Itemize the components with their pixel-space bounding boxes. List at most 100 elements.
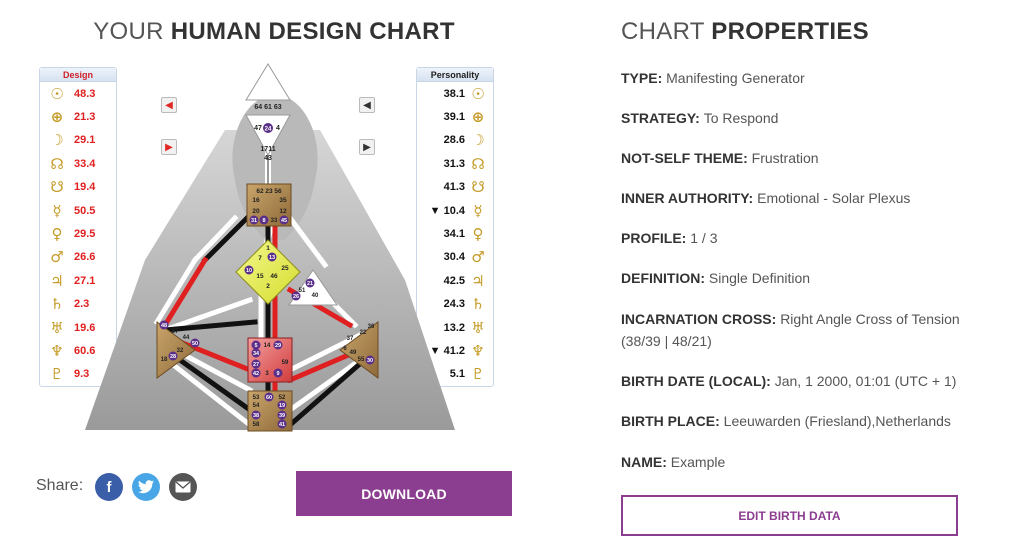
facebook-share-icon[interactable]: f [95,473,123,501]
gate-16: 16 [252,197,260,204]
property-item: NOT-SELF THEME: Frustration [621,147,981,169]
venus-icon: ♀ [472,225,484,244]
south-node-icon: ☋ [50,178,64,197]
gate-52: 52 [279,395,286,401]
gate-59: 59 [282,360,289,366]
gate-43: 43 [264,155,272,162]
neptune-icon: ♆ [471,341,485,360]
chart-title-prefix: YOUR [93,18,164,45]
property-label: NAME: [621,454,671,470]
gate-29: 29 [275,343,281,349]
property-value: Emotional - Solar Plexus [757,190,911,206]
gate-4: 4 [276,125,280,132]
property-item: NAME: Example [621,451,981,473]
share-label: Share: [36,477,84,494]
venus-icon: ♀ [51,225,63,244]
gate-36: 36 [368,324,375,330]
saturn-icon: ♄ [471,295,485,314]
property-item: DEFINITION: Single Definition [621,267,981,289]
property-item: STRATEGY: To Respond [621,107,981,129]
gate-5: 5 [254,343,257,349]
gate-21: 21 [307,281,313,287]
property-label: PROFILE: [621,230,691,246]
south-node-icon: ☋ [471,178,485,197]
gate-39: 39 [279,413,285,419]
gate-30: 30 [367,358,373,364]
edit-birth-data-button[interactable]: EDIT BIRTH DATA [621,495,958,536]
gate-54: 54 [253,403,260,409]
property-item: PROFILE: 1 / 3 [621,227,981,249]
property-value: 1 / 3 [690,230,718,246]
uranus-icon: ♅ [471,318,485,337]
gate-14: 14 [264,343,271,349]
gate-28: 28 [170,354,176,360]
property-label: DEFINITION: [621,270,709,286]
gate-42: 42 [253,371,259,377]
mercury-icon: ☿ [473,201,483,220]
property-value: Example [670,454,726,470]
moon-icon: ☽ [471,131,485,150]
chart-title: YOUR HUMAN DESIGN CHART [0,18,548,46]
gate-25: 25 [281,265,289,272]
gate-58: 58 [253,422,260,428]
gate-20: 20 [252,208,260,215]
property-label: INNER AUTHORITY: [621,190,758,206]
gate-53: 53 [253,395,260,401]
property-value: Frustration [751,150,819,166]
gate-34: 34 [253,351,260,357]
jupiter-icon: ♃ [471,271,485,290]
email-share-icon[interactable] [169,473,197,501]
gate-9: 9 [276,371,279,377]
north-node-icon: ☊ [471,154,485,173]
gate-32: 32 [177,348,184,354]
north-node-icon: ☊ [50,154,64,173]
gate-60: 60 [266,395,272,401]
gate-47: 47 [254,125,262,132]
ajna-low-gates: 1711 [260,146,275,153]
gate-33: 33 [271,218,278,224]
earth-icon: ⊕ [471,108,485,127]
gate-22: 22 [360,330,367,336]
mars-icon: ♂ [471,248,485,267]
gate-40: 40 [312,293,319,299]
property-label: NOT-SELF THEME: [621,150,752,166]
earth-icon: ⊕ [50,108,64,127]
gate-41: 41 [279,422,285,428]
property-item: BIRTH PLACE: Leeuwarden (Friesland),Neth… [621,410,981,432]
twitter-share-icon[interactable] [132,473,160,501]
gate-45: 45 [281,218,287,224]
sun-icon: ☉ [471,84,485,103]
gate-26: 26 [293,294,299,300]
gate-12: 12 [279,208,287,215]
head-gates: 64 61 63 [254,104,281,111]
bodygraph: 64 61 63 47 24 4 1711 43 62 23 56 16 35 … [85,63,455,432]
properties-title-bold: PROPERTIES [711,18,869,45]
property-label: STRATEGY: [621,110,704,126]
property-label: BIRTH DATE (LOCAL): [621,373,775,389]
gate-15: 15 [256,273,264,280]
saturn-icon: ♄ [50,295,64,314]
gate-2: 2 [266,283,270,290]
mars-icon: ♂ [50,248,64,267]
property-value: Jan, 1 2000, 01:01 (UTC + 1) [774,373,957,389]
property-value: Leeuwarden (Friesland),Netherlands [723,413,951,429]
mercury-icon: ☿ [52,201,62,220]
property-value: Single Definition [708,270,811,286]
property-item: TYPE: Manifesting Generator [621,67,981,89]
gate-48: 48 [161,323,167,329]
download-button[interactable]: DOWNLOAD [296,471,512,516]
head-center[interactable] [245,63,291,101]
gate-19: 19 [279,403,285,409]
gate-57: 57 [172,329,179,335]
property-label: BIRTH PLACE: [621,413,724,429]
jupiter-icon: ♃ [50,271,64,290]
property-item: BIRTH DATE (LOCAL): Jan, 1 2000, 01:01 (… [621,370,981,392]
gate-8: 8 [262,218,265,224]
gate-51: 51 [299,288,306,294]
gate-44: 44 [183,335,190,341]
gate-18: 18 [161,357,168,363]
gate-1: 1 [266,245,270,252]
property-label: TYPE: [621,70,667,86]
chart-title-bold: HUMAN DESIGN CHART [170,18,455,45]
throat-gates-top: 62 23 56 [256,188,282,195]
